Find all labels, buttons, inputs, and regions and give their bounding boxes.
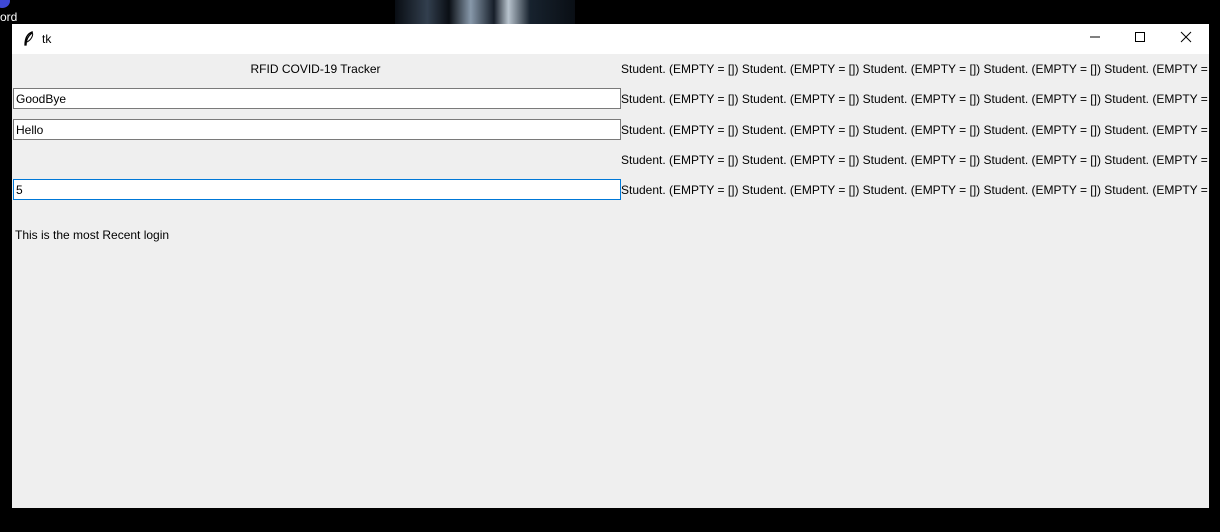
entry-field-3[interactable] [13, 179, 621, 200]
desktop-app-icon[interactable] [0, 0, 10, 8]
entry-field-2[interactable] [13, 119, 621, 140]
close-button[interactable] [1163, 24, 1209, 54]
close-icon [1180, 30, 1192, 48]
app-content: RFID COVID-19 Tracker Student. (EMPTY = … [12, 54, 1209, 508]
title-bar[interactable]: tk [12, 24, 1209, 54]
maximize-button[interactable] [1117, 24, 1163, 54]
recent-login-label: This is the most Recent login [15, 228, 170, 242]
entry-field-1[interactable] [13, 88, 621, 109]
minimize-icon [1089, 30, 1101, 48]
maximize-icon [1134, 30, 1146, 48]
app-heading: RFID COVID-19 Tracker [250, 62, 381, 76]
wallpaper-art [395, 0, 575, 24]
minimize-button[interactable] [1072, 24, 1118, 54]
student-status-line: Student. (EMPTY = []) Student. (EMPTY = … [621, 153, 1209, 167]
student-status-line: Student. (EMPTY = []) Student. (EMPTY = … [621, 183, 1209, 197]
desktop-icon-label[interactable]: ord [0, 10, 17, 24]
student-status-line: Student. (EMPTY = []) Student. (EMPTY = … [621, 92, 1209, 106]
desktop-background: ord [0, 0, 1220, 24]
tk-window: tk RFID COVID-19 Tracker Student. (EM [12, 24, 1209, 508]
student-status-line: Student. (EMPTY = []) Student. (EMPTY = … [621, 62, 1209, 76]
feather-icon [22, 31, 36, 47]
student-status-line: Student. (EMPTY = []) Student. (EMPTY = … [621, 123, 1209, 137]
window-title: tk [42, 32, 52, 46]
